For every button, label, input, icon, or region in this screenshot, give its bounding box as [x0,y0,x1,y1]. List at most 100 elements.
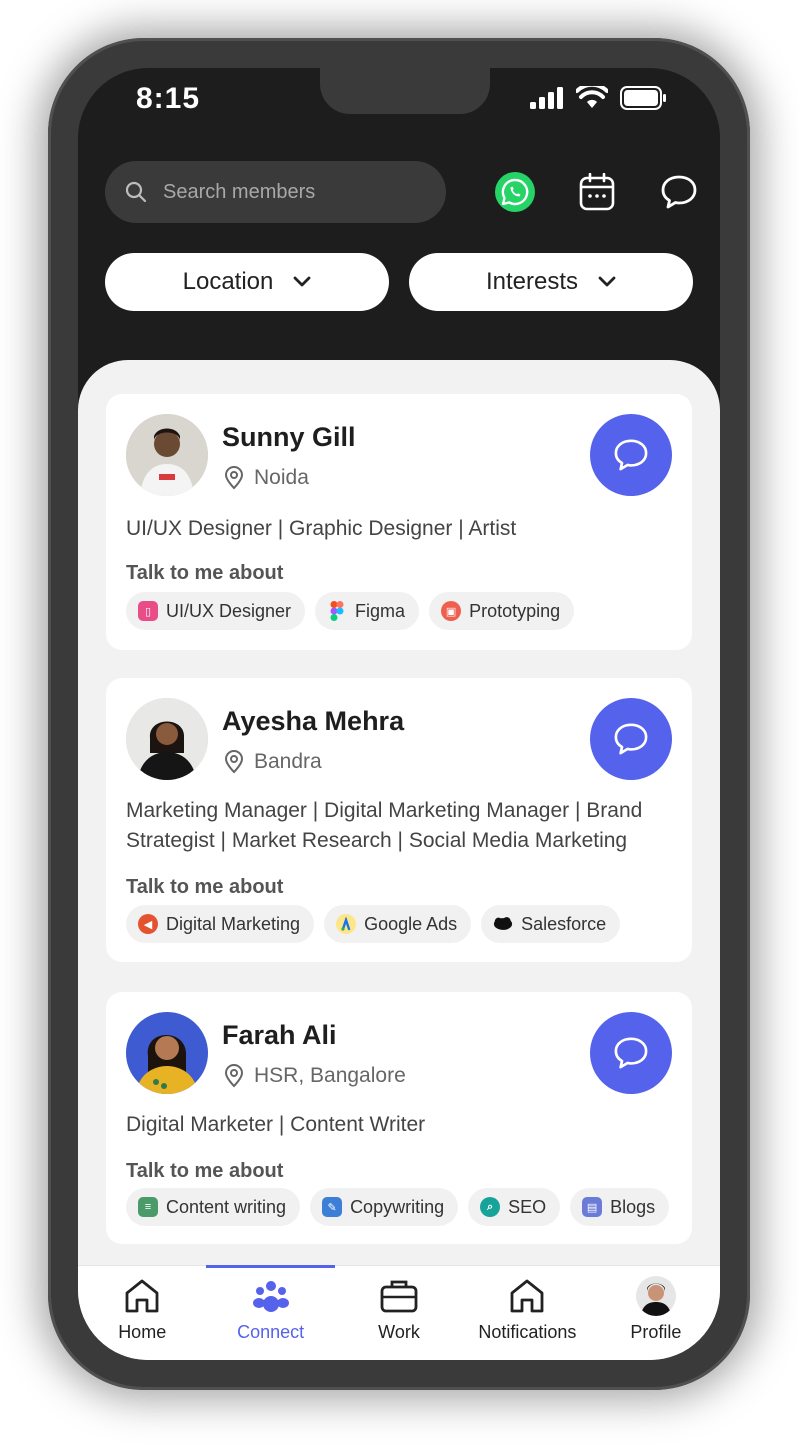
member-name[interactable]: Farah Ali [222,1020,337,1051]
topic-chip[interactable]: Figma [315,592,420,630]
topic-chip[interactable]: Google Ads [324,905,472,943]
topic-chips: ▯ UI/UX Designer Figma ▣ Prototyping [126,592,575,630]
member-card[interactable]: Sunny Gill Noida UI/UX Designer | Graphi… [106,394,692,650]
chat-button[interactable] [590,698,672,780]
topic-chip[interactable]: ▣ Prototyping [429,592,575,630]
calendar-button[interactable] [575,170,619,214]
google-ads-icon [336,914,357,934]
member-location: HSR, Bangalore [224,1064,406,1088]
seo-icon: ⌕ [480,1197,501,1217]
location-filter[interactable]: Location [105,253,389,311]
notch [320,68,490,114]
messages-button[interactable] [657,170,701,214]
member-name[interactable]: Ayesha Mehra [222,706,404,737]
topic-chip[interactable]: ✎ Copywriting [310,1188,459,1226]
topic-chip[interactable]: ⌕ SEO [468,1188,561,1226]
tab-label: Profile [630,1322,682,1342]
topic-chip[interactable]: ◀ Digital Marketing [126,905,315,943]
topic-chip[interactable]: Salesforce [481,905,621,943]
topic-chip[interactable]: ▯ UI/UX Designer [126,592,306,630]
tab-label: Connect [237,1322,305,1342]
cellular-signal-icon [530,87,563,109]
chat-icon [614,439,648,471]
talk-label: Talk to me about [126,562,284,584]
chat-icon [614,723,648,755]
interests-filter-label: Interests [485,268,579,295]
location-text: Noida [254,466,309,489]
location-pin-icon [224,750,244,774]
tab-notifications[interactable]: Notifications [463,1266,591,1360]
member-list[interactable]: Sunny Gill Noida UI/UX Designer | Graphi… [78,360,720,1360]
chevron-down-icon [598,276,616,287]
people-icon [252,1281,289,1312]
location-pin-icon [224,466,244,490]
chat-icon [661,175,697,209]
chat-button[interactable] [590,414,672,496]
whatsapp-button[interactable] [493,170,537,214]
tab-connect[interactable]: Connect [206,1265,336,1360]
salesforce-icon [493,914,513,934]
member-roles: Digital Marketer | Content Writer [126,1113,426,1136]
topic-chips: ≡ Content writing ✎ Copywriting ⌕ SEO ▤ … [126,1188,670,1226]
topic-chip[interactable]: ≡ Content writing [126,1188,301,1226]
tab-home[interactable]: Home [78,1266,206,1360]
search-input[interactable]: Search members [163,181,315,204]
tab-label: Notifications [478,1322,577,1342]
topic-label: Content writing [166,1196,287,1217]
avatar [126,414,208,496]
battery-icon [620,86,666,110]
location-pin-icon [224,1064,244,1088]
topic-label: UI/UX Designer [166,600,292,621]
member-location: Bandra [224,750,322,774]
content-icon: ≡ [138,1197,158,1217]
topic-label: Figma [355,600,406,621]
tab-work[interactable]: Work [335,1266,463,1360]
status-icons [530,86,668,110]
app-screen: 8:15 Search members Location Interests S… [78,68,720,1360]
topic-chips: ◀ Digital Marketing Google Ads Salesforc… [126,905,621,943]
chat-icon [614,1037,648,1069]
search-icon [125,181,147,203]
copywriting-icon: ✎ [322,1197,343,1217]
member-location: Noida [224,466,309,490]
member-card[interactable]: Farah Ali HSR, Bangalore Digital Markete… [106,992,692,1244]
briefcase-icon [380,1280,418,1313]
topic-label: Google Ads [364,913,458,934]
topic-label: Copywriting [350,1196,445,1217]
member-roles: UI/UX Designer | Graphic Designer | Arti… [126,517,517,540]
prototype-icon: ▣ [441,601,462,621]
topic-label: Blogs [610,1196,656,1217]
member-name[interactable]: Sunny Gill [222,422,356,453]
home-icon [125,1279,159,1313]
talk-label: Talk to me about [126,876,284,898]
search-bar[interactable]: Search members [105,161,446,223]
chevron-down-icon [293,276,311,287]
topic-label: Digital Marketing [166,913,301,934]
tab-label: Home [118,1322,167,1342]
topic-chip[interactable]: ▤ Blogs [570,1188,670,1226]
topic-label: Prototyping [469,600,561,621]
location-text: Bandra [254,750,322,773]
member-roles: Marketing Manager | Digital Marketing Ma… [126,799,643,852]
member-card[interactable]: Ayesha Mehra Bandra Marketing Manager | … [106,678,692,962]
tab-label: Work [378,1322,420,1342]
profile-avatar [635,1276,676,1316]
calendar-icon [579,173,615,211]
phone-ui-icon: ▯ [138,601,158,621]
blog-icon: ▤ [582,1197,603,1217]
bell-house-icon [511,1279,544,1313]
avatar [126,1012,208,1094]
tab-profile[interactable]: Profile [592,1266,720,1360]
figma-icon [327,601,347,621]
avatar [126,698,208,780]
status-time: 8:15 [136,82,201,115]
bottom-tab-bar: Home Connect Work Notifications Profile [78,1265,720,1360]
location-filter-label: Location [182,268,274,295]
topic-label: SEO [508,1196,547,1217]
megaphone-icon: ◀ [138,914,158,934]
chat-button[interactable] [590,1012,672,1094]
location-text: HSR, Bangalore [254,1064,406,1087]
whatsapp-icon [495,172,535,212]
interests-filter[interactable]: Interests [409,253,693,311]
talk-label: Talk to me about [126,1160,284,1182]
